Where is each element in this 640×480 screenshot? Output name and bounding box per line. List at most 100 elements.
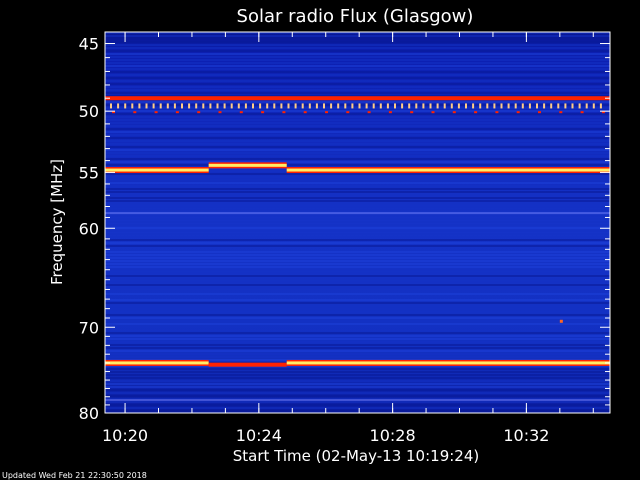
channel-stripes — [105, 32, 610, 412]
channel-stripe — [105, 230, 610, 232]
burst-tick — [351, 103, 354, 109]
channel-stripe — [105, 317, 610, 319]
channel-stripe — [105, 161, 610, 163]
channel-stripe — [105, 44, 610, 46]
burst-tick — [195, 103, 198, 109]
channel-stripe — [105, 113, 610, 115]
channel-stripe — [105, 149, 610, 151]
burst-tick — [585, 103, 588, 109]
faint-band — [105, 399, 610, 402]
channel-stripe — [105, 404, 610, 406]
burst-tick — [408, 103, 411, 109]
burst-tick — [154, 111, 158, 114]
channel-stripe — [105, 332, 610, 334]
channel-stripe — [105, 248, 610, 250]
burst-tick — [325, 111, 328, 114]
burst-tick — [543, 103, 546, 109]
channel-stripe — [105, 152, 610, 154]
channel-stripe — [105, 179, 610, 181]
channel-stripe — [105, 350, 610, 352]
channel-stripe — [105, 275, 610, 277]
channel-stripe — [105, 65, 610, 67]
channel-stripe — [105, 110, 610, 112]
burst-tick — [294, 103, 297, 109]
channel-stripe — [105, 68, 610, 70]
x-axis-label: Start Time (02-May-13 10:19:24) — [233, 447, 479, 465]
channel-stripe — [105, 158, 610, 160]
channel-stripe — [105, 41, 610, 43]
channel-stripe — [105, 155, 610, 157]
burst-tick — [259, 103, 262, 109]
channel-stripe — [105, 293, 610, 295]
burst-tick — [580, 111, 584, 114]
channel-stripe — [105, 386, 610, 388]
burst-tick — [450, 103, 453, 109]
burst-tick — [266, 103, 269, 109]
burst-tick — [202, 103, 205, 109]
burst-tick — [117, 103, 120, 109]
channel-stripe — [105, 239, 610, 241]
burst-tick — [550, 103, 553, 109]
channel-stripe — [105, 251, 610, 253]
burst-tick — [557, 103, 560, 109]
burst-tick — [197, 111, 201, 114]
burst-tick — [138, 103, 141, 109]
channel-stripe — [105, 131, 610, 133]
channel-stripe — [105, 200, 610, 202]
channel-stripe — [105, 86, 610, 88]
channel-stripe — [105, 290, 610, 292]
channel-stripe — [105, 269, 610, 271]
burst-tick — [500, 103, 503, 109]
channel-stripe — [105, 323, 610, 325]
burst-tick — [131, 103, 134, 109]
burst-tick — [422, 103, 425, 109]
emission-band — [208, 163, 287, 167]
channel-stripe — [105, 209, 610, 211]
channel-stripe — [105, 188, 610, 190]
burst-tick — [493, 103, 496, 109]
burst-tick — [514, 103, 517, 109]
channel-stripe — [105, 281, 610, 283]
x-tick-label: 10:28 — [370, 426, 416, 445]
burst-tick — [166, 103, 169, 109]
burst-tick — [571, 103, 574, 109]
burst-tick — [230, 103, 233, 109]
channel-stripe — [105, 215, 610, 217]
burst-tick — [507, 103, 510, 109]
channel-stripe — [105, 344, 610, 346]
channel-stripe — [105, 101, 610, 103]
channel-stripe — [105, 116, 610, 118]
channel-stripe — [105, 263, 610, 265]
burst-dot — [559, 319, 563, 323]
faint-band — [105, 212, 610, 215]
emission-band — [286, 168, 610, 172]
burst-tick — [495, 111, 499, 114]
burst-tick — [273, 103, 276, 109]
spectrogram-chart: Solar radio Flux (Glasgow) 455055607080 … — [2, 6, 611, 480]
burst-tick — [516, 111, 520, 114]
channel-stripe — [105, 299, 610, 301]
burst-tick — [386, 103, 389, 109]
y-tick-label: 80 — [79, 404, 99, 423]
channel-stripe — [105, 338, 610, 340]
channel-stripe — [105, 278, 610, 280]
channel-stripe — [105, 320, 610, 322]
channel-stripe — [105, 287, 610, 289]
channel-stripe — [105, 302, 610, 304]
burst-tick — [486, 103, 489, 109]
channel-stripe — [105, 272, 610, 274]
burst-tick — [175, 111, 179, 114]
channel-stripe — [105, 59, 610, 61]
channel-stripe — [105, 395, 610, 397]
channel-stripe — [105, 191, 610, 193]
channel-stripe — [105, 77, 610, 79]
channel-stripe — [105, 374, 610, 376]
burst-tick — [388, 111, 392, 114]
burst-tick — [330, 103, 333, 109]
channel-stripe — [105, 224, 610, 226]
y-tick-label: 45 — [79, 35, 99, 54]
channel-stripe — [105, 38, 610, 40]
channel-stripe — [105, 401, 610, 403]
channel-stripe — [105, 164, 610, 166]
burst-tick — [145, 103, 148, 109]
